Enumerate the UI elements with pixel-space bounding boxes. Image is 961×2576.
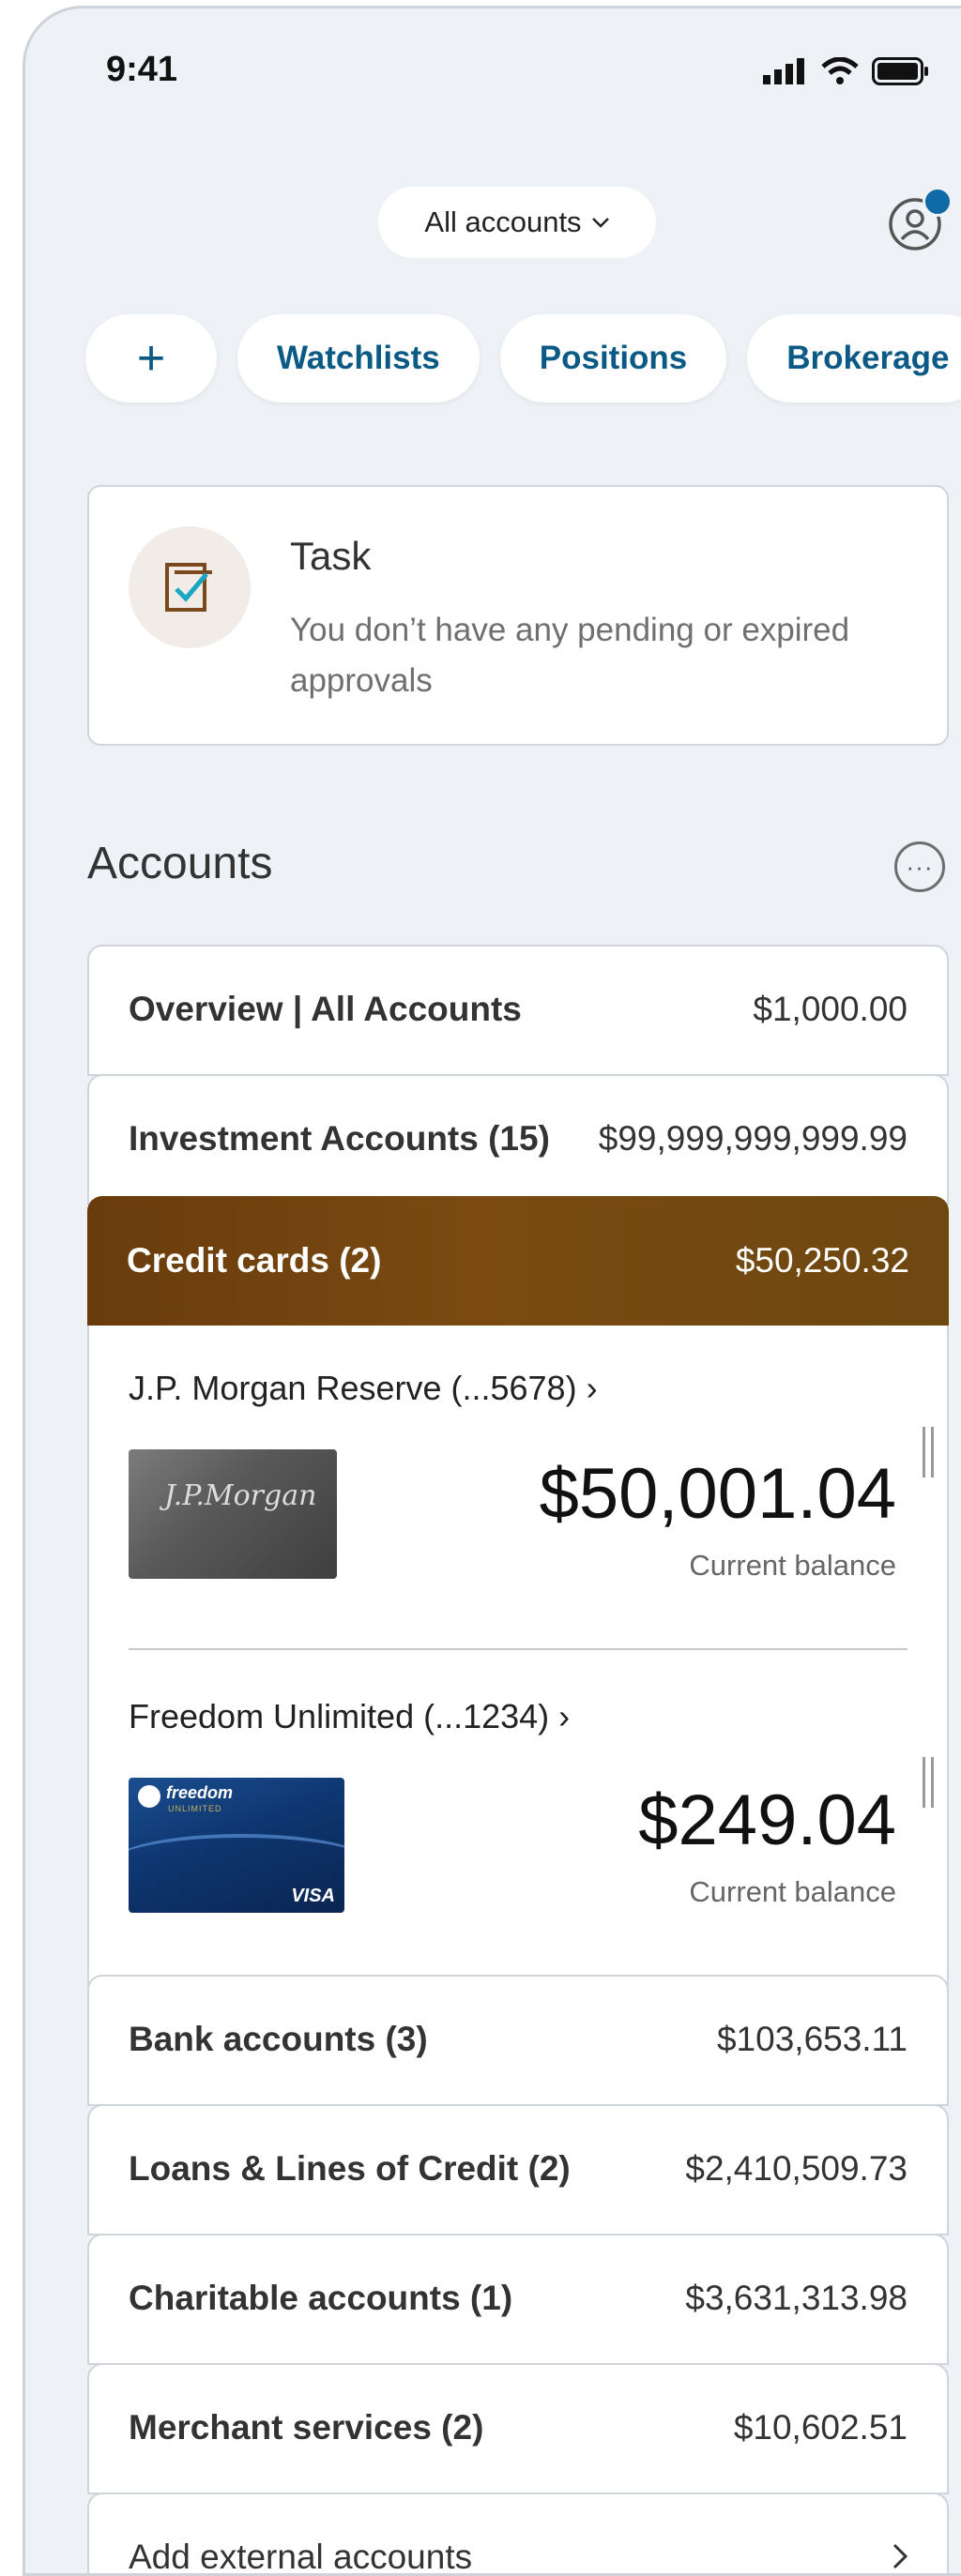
quick-actions-row: + Watchlists Positions Brokerage: [85, 314, 961, 402]
row-label: Loans & Lines of Credit (2): [129, 2149, 571, 2188]
row-amount: $2,410,509.73: [685, 2149, 908, 2188]
row-label: Overview | All Accounts: [129, 990, 522, 1028]
notification-dot: [923, 187, 953, 217]
status-icons: [763, 57, 930, 85]
row-label: Add external accounts: [129, 2538, 473, 2576]
freedom-brand: freedom: [166, 1783, 234, 1802]
drag-handle-icon[interactable]: [923, 1427, 934, 1477]
more-options-button[interactable]: ···: [894, 841, 945, 892]
jpm-card-image: J.P.Morgan: [129, 1449, 337, 1579]
row-amount: $3,631,313.98: [685, 2279, 908, 2317]
add-chip-button[interactable]: +: [85, 314, 217, 402]
add-external-accounts-row[interactable]: Add external accounts: [87, 2493, 949, 2576]
row-amount: $50,250.32: [735, 1241, 909, 1280]
card-balance-label: Current balance: [689, 1875, 896, 1908]
task-icon-badge: [129, 526, 251, 648]
card-balance-label: Current balance: [689, 1549, 896, 1582]
accounts-heading: Accounts: [87, 839, 273, 888]
row-label: Credit cards (2): [127, 1241, 382, 1280]
account-row-charitable[interactable]: Charitable accounts (1) $3,631,313.98: [87, 2234, 949, 2365]
account-selector-label: All accounts: [424, 205, 582, 238]
row-label: Investment Accounts (15): [129, 1119, 550, 1158]
row-amount: $99,999,999,999.99: [598, 1119, 908, 1158]
task-card[interactable]: Task You don’t have any pending or expir…: [87, 485, 949, 746]
account-row-credit-cards[interactable]: Credit cards (2) $50,250.32: [87, 1196, 949, 1327]
divider: [129, 1648, 908, 1650]
signal-icon: [763, 58, 804, 84]
card-balance: $50,001.04: [539, 1454, 896, 1534]
jpm-card-logo: J.P.Morgan: [164, 1479, 317, 1512]
card-link-jpm-reserve[interactable]: J.P. Morgan Reserve (...5678) ›: [129, 1369, 598, 1408]
more-icon: ···: [906, 852, 934, 881]
task-description: You don’t have any pending or expired ap…: [290, 612, 850, 699]
account-row-bank[interactable]: Bank accounts (3) $103,653.11: [87, 1975, 949, 2106]
row-label: Charitable accounts (1): [129, 2279, 513, 2317]
chase-logo-icon: [138, 1785, 160, 1808]
chevron-right-icon: [892, 2543, 908, 2569]
visa-logo: VISA: [291, 1886, 335, 1906]
wifi-icon: [821, 57, 859, 84]
row-label: Bank accounts (3): [129, 2020, 428, 2058]
chevron-down-icon: [591, 218, 609, 228]
status-time: 9:41: [106, 50, 178, 89]
row-amount: $1,000.00: [753, 990, 908, 1028]
credit-cards-panel: J.P. Morgan Reserve (...5678) › J.P.Morg…: [87, 1326, 949, 1986]
battery-icon: [872, 57, 928, 85]
phone-screen: 9:41 All accounts + Watchlists Positions…: [23, 6, 961, 2576]
row-label: Merchant services (2): [129, 2408, 484, 2447]
card-link-freedom-unlimited[interactable]: Freedom Unlimited (...1234) ›: [129, 1697, 570, 1736]
row-amount: $103,653.11: [716, 2020, 908, 2058]
account-row-investment[interactable]: Investment Accounts (15) $99,999,999,999…: [87, 1074, 949, 1205]
account-selector-dropdown[interactable]: All accounts: [378, 187, 656, 258]
account-row-loans[interactable]: Loans & Lines of Credit (2) $2,410,509.7…: [87, 2104, 949, 2235]
profile-button[interactable]: [887, 187, 953, 252]
row-amount: $10,602.51: [733, 2408, 908, 2447]
account-row-merchant[interactable]: Merchant services (2) $10,602.51: [87, 2363, 949, 2494]
task-title: Task: [290, 534, 372, 578]
freedom-sub-brand: UNLIMITED: [168, 1804, 222, 1813]
chip-watchlists[interactable]: Watchlists: [237, 314, 480, 402]
account-row-overview[interactable]: Overview | All Accounts $1,000.00: [87, 945, 949, 1076]
card-balance: $249.04: [638, 1780, 896, 1860]
freedom-card-image: freedom UNLIMITED VISA: [129, 1778, 344, 1913]
chip-brokerage[interactable]: Brokerage: [747, 314, 961, 402]
chip-positions[interactable]: Positions: [499, 314, 727, 402]
checkbox-task-icon: [165, 563, 212, 612]
drag-handle-icon[interactable]: [923, 1757, 934, 1808]
